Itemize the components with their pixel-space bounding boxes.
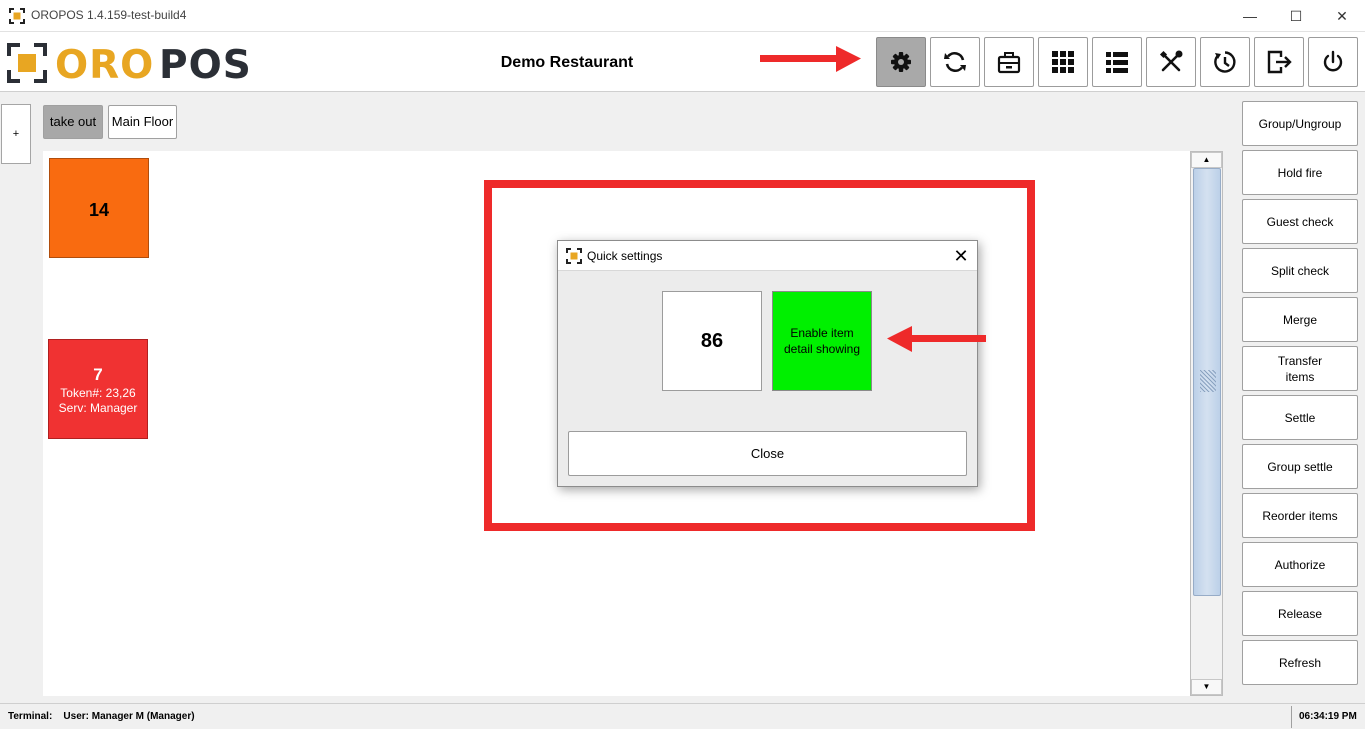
table-token: Token#: 23,26 xyxy=(60,386,136,400)
quick-settings-button[interactable] xyxy=(876,37,926,87)
hold-fire-button[interactable]: Hold fire xyxy=(1242,150,1358,195)
dialog-close-button[interactable]: Close xyxy=(568,431,967,476)
floor-tab-main-floor[interactable]: Main Floor xyxy=(108,105,177,139)
status-divider xyxy=(1291,706,1292,728)
terminal-label: Terminal: xyxy=(8,711,53,722)
scroll-grip xyxy=(1200,370,1216,392)
table-server: Serv: Manager xyxy=(58,401,138,415)
dialog-title: Quick settings xyxy=(587,249,663,263)
shutdown-button[interactable] xyxy=(1308,37,1358,87)
add-floor-button[interactable]: + xyxy=(1,104,31,164)
restaurant-name: Demo Restaurant xyxy=(500,54,634,71)
merge-button[interactable]: Merge xyxy=(1242,297,1358,342)
release-button[interactable]: Release xyxy=(1242,591,1358,636)
table-number: 7 xyxy=(93,365,103,384)
user-label: User: Manager M (Manager) xyxy=(63,711,195,722)
window-title-bar: OROPOS 1.4.159-test-build4 — ☐ ✕ xyxy=(0,0,1365,32)
table-tile[interactable]: 14 xyxy=(49,158,149,258)
clock-icon xyxy=(1214,51,1236,73)
scroll-up-arrow[interactable]: ▲ xyxy=(1191,152,1222,168)
scroll-thumb[interactable] xyxy=(1193,168,1221,596)
cash-drawer-button[interactable] xyxy=(984,37,1034,87)
reorder-items-button[interactable]: Reorder items xyxy=(1242,493,1358,538)
oropos-logo: ORO POS xyxy=(7,43,252,83)
refresh-button[interactable]: Refresh xyxy=(1242,640,1358,685)
logo-text-accent: ORO xyxy=(55,43,154,83)
back-office-button[interactable] xyxy=(1146,37,1196,87)
clock-time: 06:34:19 PM xyxy=(1299,711,1357,722)
logo-text-main: POS xyxy=(159,43,252,83)
table-number: 14 xyxy=(88,200,110,220)
split-check-button[interactable]: Split check xyxy=(1242,248,1358,293)
quick-settings-dialog: Quick settings ✕ 86 Enable item detail s… xyxy=(557,240,978,487)
group-settle-button[interactable]: Group settle xyxy=(1242,444,1358,489)
eighty-six-button[interactable]: 86 xyxy=(662,291,762,391)
annotation-arrow-left xyxy=(887,326,986,352)
scroll-down-arrow[interactable]: ▼ xyxy=(1191,679,1222,695)
table-tile[interactable]: 7 Token#: 23,26 Serv: Manager xyxy=(48,339,148,439)
floor-scrollbar[interactable]: ▲ ▼ xyxy=(1190,151,1223,696)
maximize-button[interactable]: ☐ xyxy=(1276,4,1316,28)
annotation-arrow-right xyxy=(760,46,861,72)
logout-icon xyxy=(1267,50,1292,74)
gear-icon xyxy=(891,52,911,72)
dialog-title-bar: Quick settings ✕ xyxy=(558,241,977,271)
floor-tab-take-out[interactable]: take out xyxy=(43,105,103,139)
list-icon xyxy=(1106,52,1128,73)
clock-in-out-button[interactable] xyxy=(1200,37,1250,87)
group-ungroup-button[interactable]: Group/Ungroup xyxy=(1242,101,1358,146)
window-close-button[interactable]: ✕ xyxy=(1322,4,1362,28)
guest-check-button[interactable]: Guest check xyxy=(1242,199,1358,244)
app-icon xyxy=(9,8,25,24)
minimize-button[interactable]: — xyxy=(1230,4,1270,28)
order-list-button[interactable] xyxy=(1092,37,1142,87)
app-icon xyxy=(566,248,582,264)
dialog-close-icon[interactable]: ✕ xyxy=(950,245,972,267)
tools-icon xyxy=(1159,50,1183,72)
refresh-icon xyxy=(944,51,966,73)
cash-drawer-icon xyxy=(997,52,1021,74)
authorize-button[interactable]: Authorize xyxy=(1242,542,1358,587)
apps-grid-button[interactable] xyxy=(1038,37,1088,87)
settle-button[interactable]: Settle xyxy=(1242,395,1358,440)
transfer-items-button[interactable]: Transfer items xyxy=(1242,346,1358,391)
refresh-toolbar-button[interactable] xyxy=(930,37,980,87)
power-icon xyxy=(1323,50,1343,72)
logout-button[interactable] xyxy=(1254,37,1304,87)
status-bar: Terminal: User: Manager M (Manager) 06:3… xyxy=(0,703,1365,729)
grid-icon xyxy=(1052,51,1074,73)
window-title: OROPOS 1.4.159-test-build4 xyxy=(31,8,187,22)
status-left: Terminal: User: Manager M (Manager) xyxy=(8,711,195,722)
enable-item-detail-button[interactable]: Enable item detail showing xyxy=(772,291,872,391)
header-bar: ORO POS Demo Restaurant xyxy=(0,32,1365,92)
